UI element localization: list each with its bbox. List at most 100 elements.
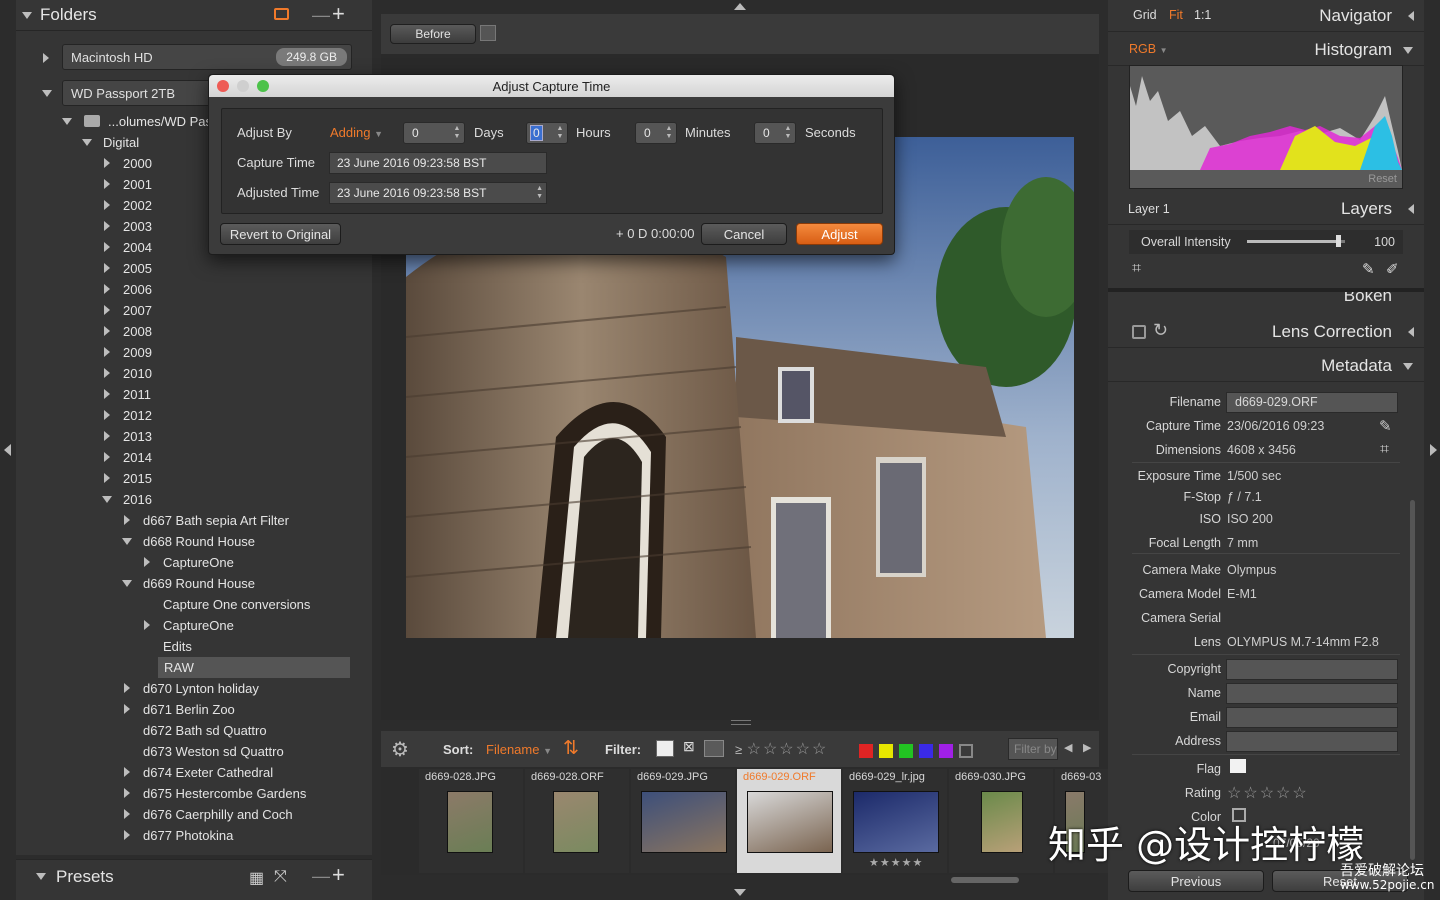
thumbnail[interactable]: d669-030.JPG bbox=[949, 769, 1053, 873]
bottom-panel-toggle-icon[interactable] bbox=[734, 889, 746, 896]
expand-icon[interactable] bbox=[124, 683, 130, 693]
expand-icon[interactable] bbox=[104, 326, 110, 336]
days-stepper[interactable]: 0 ▲ ▼ bbox=[403, 122, 465, 144]
revert-to-original-button[interactable]: Revert to Original bbox=[220, 223, 341, 245]
tree-folder[interactable]: d671 Berlin Zoo bbox=[16, 699, 366, 720]
tree-year-2011[interactable]: 2011 bbox=[16, 384, 366, 405]
tree-folder[interactable]: d673 Weston sd Quattro bbox=[16, 741, 366, 762]
tree-folder[interactable]: d668 Round House bbox=[16, 531, 366, 552]
collapse-icon[interactable] bbox=[42, 90, 52, 97]
expand-icon[interactable] bbox=[144, 620, 150, 630]
tree-folder[interactable]: CaptureOne bbox=[16, 552, 366, 573]
tree-folder[interactable]: d672 Bath sd Quattro bbox=[16, 720, 366, 741]
grid-view-icon[interactable]: ▦ bbox=[249, 868, 264, 888]
expand-icon[interactable] bbox=[104, 452, 110, 462]
expand-icon[interactable] bbox=[124, 809, 130, 819]
tree-year-2014[interactable]: 2014 bbox=[16, 447, 366, 468]
expand-icon[interactable] bbox=[104, 242, 110, 252]
navigator-header[interactable]: Grid Fit 1:1 Navigator bbox=[1108, 0, 1424, 32]
thumbnail[interactable]: d669-029.ORF bbox=[737, 769, 841, 873]
drive-macintosh-hd[interactable]: Macintosh HD 249.8 GB bbox=[62, 44, 352, 70]
expand-icon[interactable] bbox=[104, 158, 110, 168]
expand-icon[interactable] bbox=[104, 200, 110, 210]
seconds-stepper[interactable]: 0 ▲ ▼ bbox=[754, 122, 796, 144]
eraser-icon[interactable]: ✐ bbox=[1386, 260, 1399, 278]
tree-folder[interactable]: d667 Bath sepia Art Filter bbox=[16, 510, 366, 531]
tree-year-2013[interactable]: 2013 bbox=[16, 426, 366, 447]
collapse-icon[interactable] bbox=[22, 11, 32, 19]
before-button[interactable]: Before bbox=[390, 24, 476, 44]
metadata-field[interactable] bbox=[1226, 659, 1398, 680]
metadata-field[interactable]: d669-029.ORF bbox=[1226, 392, 1398, 413]
tree-folder[interactable]: Capture One conversions bbox=[16, 594, 366, 615]
folders-header[interactable]: Folders — + bbox=[16, 0, 372, 31]
no-color-tag-icon[interactable] bbox=[959, 743, 973, 758]
histogram-mode-select[interactable]: RGB ▼ bbox=[1129, 42, 1168, 56]
tree-year-2016[interactable]: 2016 bbox=[16, 489, 366, 510]
next-arrow-icon[interactable]: ▶ bbox=[1083, 741, 1091, 754]
metadata-header[interactable]: Metadata bbox=[1108, 350, 1424, 382]
filter-rejected-icon[interactable]: ⊠ bbox=[683, 738, 695, 755]
adjusted-time-field[interactable]: 23 June 2016 09:23:58 BST ▲ ▼ bbox=[329, 182, 547, 204]
reset-icon[interactable]: ↻ bbox=[1153, 320, 1168, 341]
tree-folder[interactable]: d675 Hestercombe Gardens bbox=[16, 783, 366, 804]
previous-arrow-icon[interactable]: ◀ bbox=[1064, 741, 1072, 754]
grid-toggle[interactable]: Grid bbox=[1133, 8, 1157, 22]
crop-icon[interactable]: ⌗ bbox=[1380, 441, 1389, 459]
tree-year-2009[interactable]: 2009 bbox=[16, 342, 366, 363]
tree-year-2010[interactable]: 2010 bbox=[16, 363, 366, 384]
left-panel-toggle-icon[interactable] bbox=[4, 444, 11, 456]
filter-search-input[interactable]: Filter by bbox=[1008, 738, 1058, 760]
purple-tag-icon[interactable] bbox=[939, 743, 953, 758]
compare-dropdown-icon[interactable] bbox=[480, 25, 496, 41]
sort-direction-icon[interactable]: ⇅ bbox=[563, 737, 579, 760]
layers-header[interactable]: Layer 1 Layers bbox=[1108, 193, 1424, 225]
minutes-stepper[interactable]: 0 ▲ ▼ bbox=[635, 122, 677, 144]
histogram-reset[interactable]: Reset bbox=[1368, 173, 1397, 185]
tree-year-2006[interactable]: 2006 bbox=[16, 279, 366, 300]
expand-icon[interactable] bbox=[104, 284, 110, 294]
top-panel-toggle-icon[interactable] bbox=[734, 3, 746, 10]
expand-icon[interactable] bbox=[43, 53, 49, 63]
flag-icon[interactable] bbox=[1230, 759, 1246, 773]
expand-icon[interactable] bbox=[1408, 11, 1414, 21]
thumbnail[interactable]: d669-029_lr.jpg ★★★★★ bbox=[843, 769, 947, 873]
collapse-icon[interactable] bbox=[122, 580, 132, 587]
collapse-icon[interactable] bbox=[1403, 47, 1413, 54]
tree-year-2012[interactable]: 2012 bbox=[16, 405, 366, 426]
brush-icon[interactable]: ✎ bbox=[1362, 260, 1375, 278]
expand-icon[interactable] bbox=[104, 473, 110, 483]
expand-icon[interactable] bbox=[1408, 204, 1414, 214]
thumbnail[interactable]: d669-028.ORF bbox=[525, 769, 629, 873]
metadata-field[interactable] bbox=[1226, 707, 1398, 728]
hours-stepper[interactable]: 0 ▲ ▼ bbox=[526, 122, 568, 144]
metadata-field[interactable] bbox=[1226, 683, 1398, 704]
filmstrip-scrollbar[interactable] bbox=[951, 877, 1019, 883]
gear-icon[interactable]: ⚙ bbox=[391, 737, 409, 762]
red-tag-icon[interactable] bbox=[859, 743, 873, 758]
filter-all-icon[interactable] bbox=[656, 740, 674, 757]
expand-icon[interactable] bbox=[104, 389, 110, 399]
blue-tag-icon[interactable] bbox=[919, 743, 933, 758]
sort-select[interactable]: Filename ▼ bbox=[486, 742, 552, 757]
one-to-one-toggle[interactable]: 1:1 bbox=[1194, 8, 1211, 22]
collapse-icon[interactable] bbox=[36, 873, 46, 880]
previous-button[interactable]: Previous bbox=[1128, 870, 1264, 892]
filmstrip-grab-handle[interactable] bbox=[731, 720, 751, 725]
metadata-field[interactable] bbox=[1226, 731, 1398, 752]
plus-icon[interactable]: + bbox=[332, 1, 345, 27]
tree-folder[interactable]: d677 Photokina bbox=[16, 825, 366, 846]
collapse-icon[interactable] bbox=[122, 538, 132, 545]
expand-icon[interactable] bbox=[104, 410, 110, 420]
collapse-icon[interactable] bbox=[102, 496, 112, 503]
tree-year-2005[interactable]: 2005 bbox=[16, 258, 366, 279]
metadata-scrollbar[interactable] bbox=[1410, 500, 1415, 860]
expand-icon[interactable] bbox=[104, 347, 110, 357]
collapse-icon[interactable] bbox=[62, 118, 72, 125]
cancel-button[interactable]: Cancel bbox=[701, 223, 787, 245]
stepper-arrows-icon[interactable]: ▲ ▼ bbox=[536, 185, 543, 201]
stepper-arrows-icon[interactable]: ▲ ▼ bbox=[784, 125, 792, 141]
expand-icon[interactable] bbox=[124, 704, 130, 714]
tree-folder[interactable]: d676 Caerphilly and Coch bbox=[16, 804, 366, 825]
plus-icon[interactable]: + bbox=[332, 862, 345, 888]
